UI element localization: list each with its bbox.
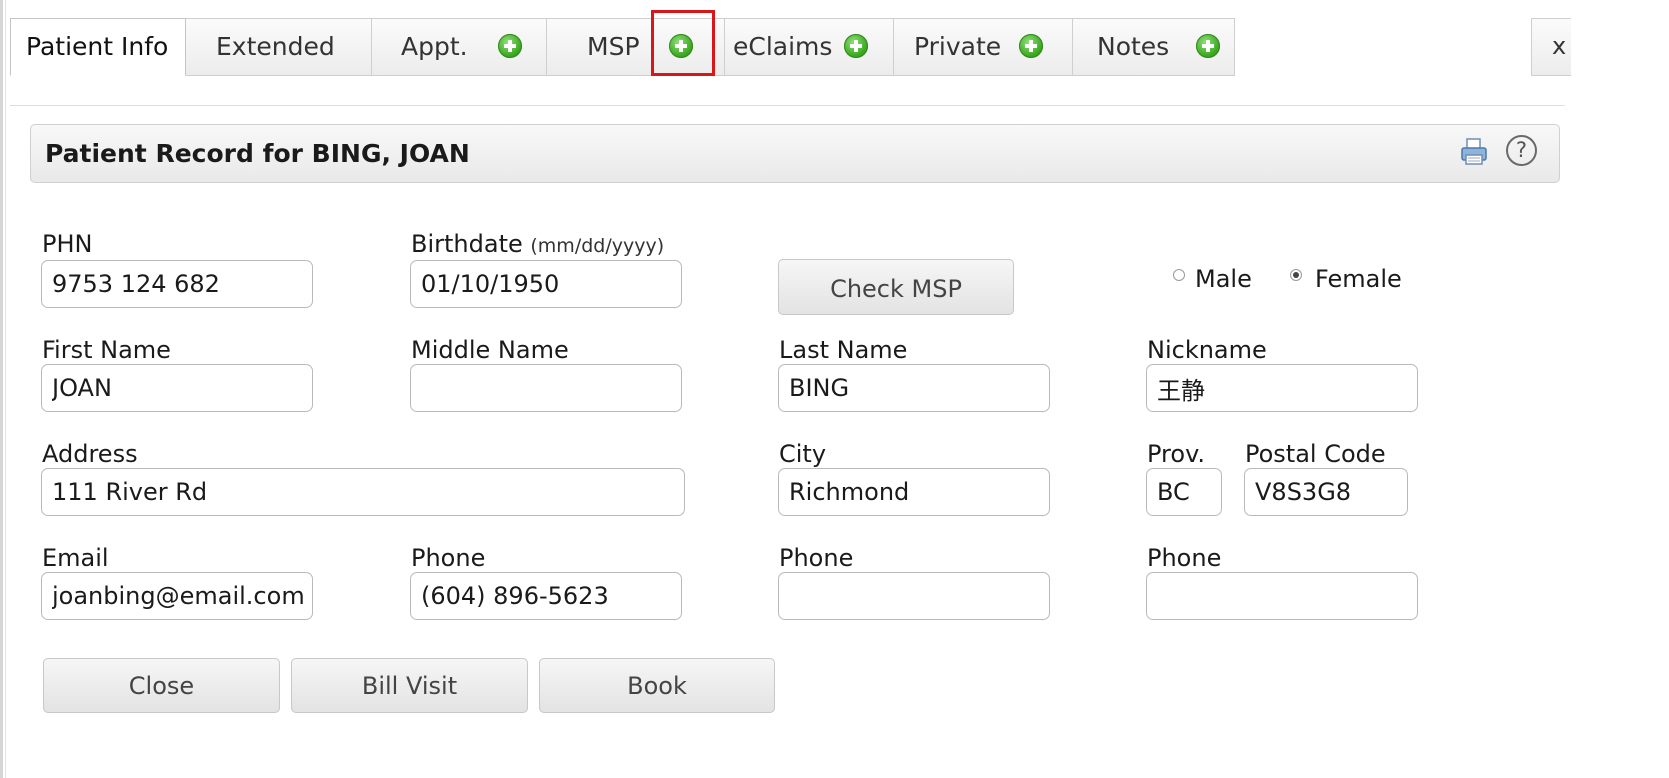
tab-label: MSP — [587, 32, 640, 61]
address-input[interactable] — [41, 468, 685, 516]
email-label: Email — [42, 544, 109, 572]
add-notes-icon[interactable] — [1196, 34, 1220, 58]
tab-bar: Patient Info Extended Appt. MSP eClaims … — [10, 18, 1235, 77]
prov-label: Prov. — [1147, 440, 1206, 468]
tab-label: Patient Info — [26, 32, 169, 61]
tab-label: eClaims — [733, 32, 833, 61]
patient-record-header: Patient Record for BING, JOAN ? — [30, 124, 1560, 183]
tab-patient-info[interactable]: Patient Info — [10, 18, 186, 76]
bill-visit-button[interactable]: Bill Visit — [291, 658, 528, 713]
window-left-border — [0, 0, 3, 778]
male-radio[interactable] — [1173, 269, 1185, 281]
tab-private[interactable]: Private — [894, 18, 1073, 76]
tab-notes[interactable]: Notes — [1073, 18, 1235, 76]
close-button[interactable]: Close — [43, 658, 280, 713]
middle-name-input[interactable] — [410, 364, 682, 412]
tab-label: Extended — [216, 32, 335, 61]
tab-divider — [10, 105, 1565, 106]
tab-label: Appt. — [401, 32, 468, 61]
city-label: City — [779, 440, 827, 468]
tab-label: Notes — [1097, 32, 1170, 61]
postal-code-label: Postal Code — [1245, 440, 1386, 468]
phone-label-2: Phone — [779, 544, 854, 572]
msp-add-highlight-box — [651, 10, 715, 76]
check-msp-button[interactable]: Check MSP — [778, 259, 1014, 315]
tab-extended[interactable]: Extended — [186, 18, 372, 76]
phone-label-3: Phone — [1147, 544, 1222, 572]
tab-appt[interactable]: Appt. — [372, 18, 547, 76]
postal-code-input[interactable] — [1244, 468, 1408, 516]
window-left-border-inner — [5, 0, 6, 778]
tab-eclaims[interactable]: eClaims — [725, 18, 894, 76]
add-private-icon[interactable] — [1019, 34, 1043, 58]
book-button[interactable]: Book — [539, 658, 775, 713]
last-name-label: Last Name — [779, 336, 908, 364]
phone-input-2[interactable] — [778, 572, 1050, 620]
first-name-input[interactable] — [41, 364, 313, 412]
female-label: Female — [1315, 265, 1402, 293]
city-input[interactable] — [778, 468, 1050, 516]
phone-label-1: Phone — [411, 544, 486, 572]
phone-input-1[interactable] — [410, 572, 682, 620]
nickname-input[interactable] — [1146, 364, 1418, 412]
birthdate-format-hint: (mm/dd/yyyy) — [530, 235, 665, 257]
add-appt-icon[interactable] — [498, 34, 522, 58]
female-radio[interactable] — [1290, 269, 1302, 281]
add-eclaims-icon[interactable] — [844, 34, 868, 58]
close-panel-tab[interactable]: x — [1531, 18, 1571, 76]
first-name-label: First Name — [42, 336, 171, 364]
middle-name-label: Middle Name — [411, 336, 569, 364]
male-label: Male — [1195, 265, 1252, 293]
birthdate-label: Birthdate (mm/dd/yyyy) — [411, 230, 664, 258]
birthdate-label-text: Birthdate — [411, 230, 523, 258]
print-icon[interactable] — [1459, 137, 1489, 167]
prov-input[interactable] — [1146, 468, 1222, 516]
page-title: Patient Record for BING, JOAN — [45, 139, 470, 168]
help-icon[interactable]: ? — [1506, 135, 1537, 166]
birthdate-input[interactable] — [410, 260, 682, 308]
phone-input-3[interactable] — [1146, 572, 1418, 620]
last-name-input[interactable] — [778, 364, 1050, 412]
tab-label: Private — [914, 32, 1002, 61]
address-label: Address — [42, 440, 138, 468]
phn-label: PHN — [42, 230, 93, 258]
phn-input[interactable] — [41, 260, 313, 308]
nickname-label: Nickname — [1147, 336, 1267, 364]
email-input[interactable] — [41, 572, 313, 620]
